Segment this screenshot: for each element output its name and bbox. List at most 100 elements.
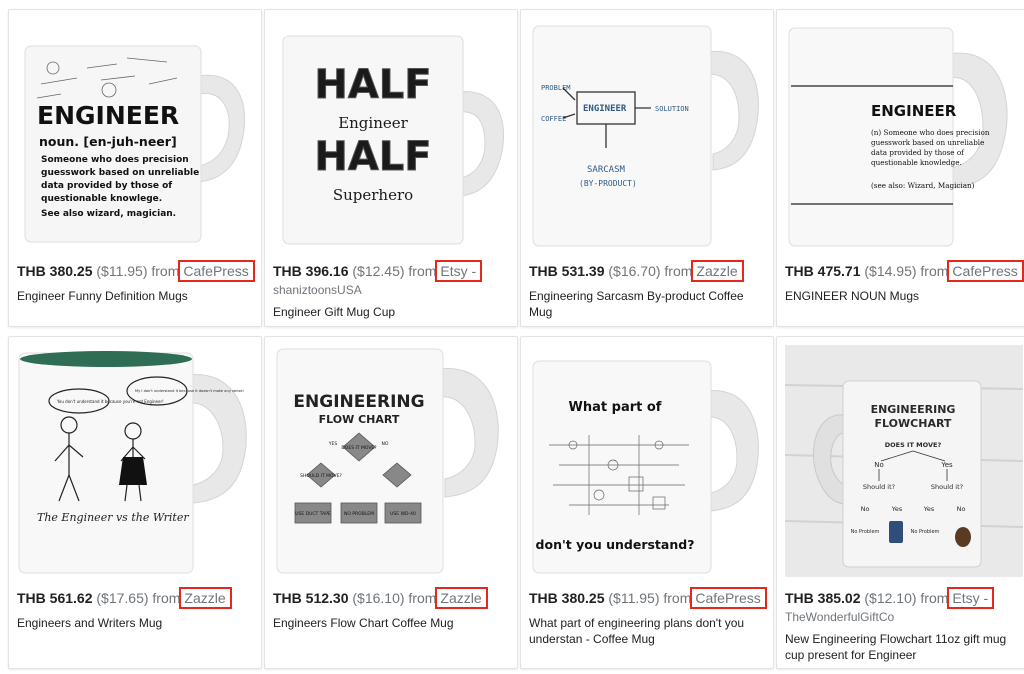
price-line: THB 475.71 ($14.95) from CafePress [785,260,1024,282]
product-title[interactable]: Engineer Gift Mug Cup [273,304,509,320]
mug-image: You don't understand it because you're n… [18,351,247,574]
price-thb: THB 475.71 [785,263,861,279]
svg-text:NO: NO [382,441,389,447]
svg-text:DOES IT MOVE?: DOES IT MOVE? [341,445,377,451]
svg-text:HALF: HALF [314,134,431,180]
svg-text:Yes: Yes [923,505,935,513]
from-label: from [408,263,437,279]
product-title[interactable]: Engineering Sarcasm By-product Coffee Mu… [529,288,765,320]
price-usd: ($17.65) [96,590,149,606]
store-link[interactable]: CafePress [690,587,767,609]
product-image[interactable]: HALF Engineer HALF Superhero [273,18,511,250]
svg-text:USE DUCT TAPE: USE DUCT TAPE [295,511,331,517]
svg-text:FLOWCHART: FLOWCHART [875,417,952,430]
product-title[interactable]: Engineers and Writers Mug [17,615,253,631]
svg-text:YES: YES [328,441,338,447]
svg-text:Someone who does precision: Someone who does precision [41,155,189,165]
mug-image: ENGINEERING FLOW CHART DOES IT MOVE? YES… [276,348,499,574]
product-image[interactable]: ENGINEER noun. [en-juh-neer] Someone who… [17,18,255,250]
store-link[interactable]: Zazzle [435,587,488,609]
svg-text:don't you understand?: don't you understand? [536,537,695,552]
mug-image: ENGINEER (n) Someone who does precision … [788,27,1008,247]
from-label: from [151,263,180,279]
svg-text:SARCASM: SARCASM [587,165,626,175]
price-usd: ($16.10) [352,590,405,606]
svg-text:See also wizard, magician.: See also wizard, magician. [41,209,176,219]
svg-text:ENGINEERING: ENGINEERING [871,403,956,416]
from-label: from [663,590,692,606]
price-thb: THB 512.30 [273,590,349,606]
price-thb: THB 396.16 [273,263,349,279]
store-link[interactable]: Etsy - [947,587,995,609]
product-image[interactable]: ENGINEERING FLOWCHART DOES IT MOVE? No Y… [785,345,1023,577]
svg-text:SOLUTION: SOLUTION [655,105,689,113]
mug-image: ENGINEER noun. [en-juh-neer] Someone who… [24,45,246,243]
store-link[interactable]: Etsy - [435,260,483,282]
price-thb: THB 380.25 [17,263,93,279]
product-image[interactable]: ENGINEER (n) Someone who does precision … [785,18,1023,250]
svg-text:(n) Someone who does precision: (n) Someone who does precision [871,128,990,137]
price-line: THB 561.62 ($17.65) from Zazzle [17,587,232,609]
svg-text:Should it?: Should it? [931,483,963,491]
svg-text:guesswork based on unreliable: guesswork based on unreliable [41,168,199,178]
svg-text:No: No [861,505,870,513]
product-card[interactable]: ENGINEERING FLOWCHART DOES IT MOVE? No Y… [776,336,1024,669]
svg-text:What part of: What part of [569,400,662,415]
product-card[interactable]: HALF Engineer HALF Superhero THB 396.16 … [264,9,518,327]
svg-text:DOES IT MOVE?: DOES IT MOVE? [885,441,942,449]
product-title[interactable]: Engineers Flow Chart Coffee Mug [273,615,509,631]
svg-text:No: No [874,461,884,469]
store-link[interactable]: Zazzle [179,587,232,609]
store-link[interactable]: CafePress [947,260,1024,282]
product-image[interactable]: ENGINEERING FLOW CHART DOES IT MOVE? YES… [273,345,511,577]
svg-text:ENGINEER: ENGINEER [37,101,179,130]
svg-text:guesswork based on unreliable: guesswork based on unreliable [871,138,984,147]
price-usd: ($12.45) [352,263,405,279]
from-label: from [152,590,181,606]
mug-image: HALF Engineer HALF Superhero [282,35,505,245]
seller-name[interactable]: shaniztoonsUSA [273,282,362,298]
svg-text:No Problem: No Problem [911,529,940,535]
mug-image: PROBLEM COFFEE ENGINEER SOLUTION SARCASM… [532,25,759,247]
product-card[interactable]: What part of don't you understand? THB 3… [520,336,774,669]
product-title[interactable]: New Engineering Flowchart 11oz gift mug … [785,631,1021,663]
from-label: from [408,590,437,606]
svg-text:SHOULD IT MOVE?: SHOULD IT MOVE? [300,473,342,479]
svg-text:data provided by those of: data provided by those of [41,181,172,191]
svg-text:You don't understand it becaus: You don't understand it because you're n… [56,399,164,404]
store-link[interactable]: Zazzle [691,260,744,282]
svg-text:Superhero: Superhero [333,186,413,204]
product-card[interactable]: ENGINEER noun. [en-juh-neer] Someone who… [8,9,262,327]
price-usd: ($11.95) [96,263,148,279]
product-title[interactable]: Engineer Funny Definition Mugs [17,288,253,304]
price-line: THB 531.39 ($16.70) from Zazzle [529,260,744,282]
price-thb: THB 561.62 [17,590,93,606]
svg-text:ENGINEER: ENGINEER [871,102,957,120]
store-link[interactable]: CafePress [178,260,255,282]
seller-name[interactable]: TheWonderfulGiftCo [785,609,894,625]
product-card[interactable]: PROBLEM COFFEE ENGINEER SOLUTION SARCASM… [520,9,774,327]
product-title[interactable]: ENGINEER NOUN Mugs [785,288,1021,304]
mug-image: What part of don't you understand? [532,360,759,574]
product-image[interactable]: PROBLEM COFFEE ENGINEER SOLUTION SARCASM… [529,18,767,250]
product-image[interactable]: What part of don't you understand? [529,345,767,577]
svg-text:(see also: Wizard, Magician): (see also: Wizard, Magician) [871,181,975,190]
from-label: from [920,263,949,279]
price-line: THB 396.16 ($12.45) from Etsy - [273,260,483,282]
price-thb: THB 385.02 [785,590,861,606]
svg-text:Engineer: Engineer [338,114,408,132]
svg-text:COFFEE: COFFEE [541,115,566,123]
from-label: from [920,590,949,606]
price-line: THB 380.25 ($11.95) from CafePress [17,260,255,282]
product-title[interactable]: What part of engineering plans don't you… [529,615,765,647]
svg-text:USE WD-40: USE WD-40 [390,511,416,517]
svg-text:data provided by those of: data provided by those of [871,148,965,157]
svg-text:noun. [en-juh-neer]: noun. [en-juh-neer] [39,134,177,149]
product-card[interactable]: ENGINEER (n) Someone who does precision … [776,9,1024,327]
price-thb: THB 380.25 [529,590,605,606]
product-card[interactable]: ENGINEERING FLOW CHART DOES IT MOVE? YES… [264,336,518,669]
svg-text:The Engineer vs the Writer: The Engineer vs the Writer [37,511,189,524]
product-image[interactable]: You don't understand it because you're n… [17,345,255,577]
product-card[interactable]: You don't understand it because you're n… [8,336,262,669]
price-usd: ($14.95) [864,263,917,279]
